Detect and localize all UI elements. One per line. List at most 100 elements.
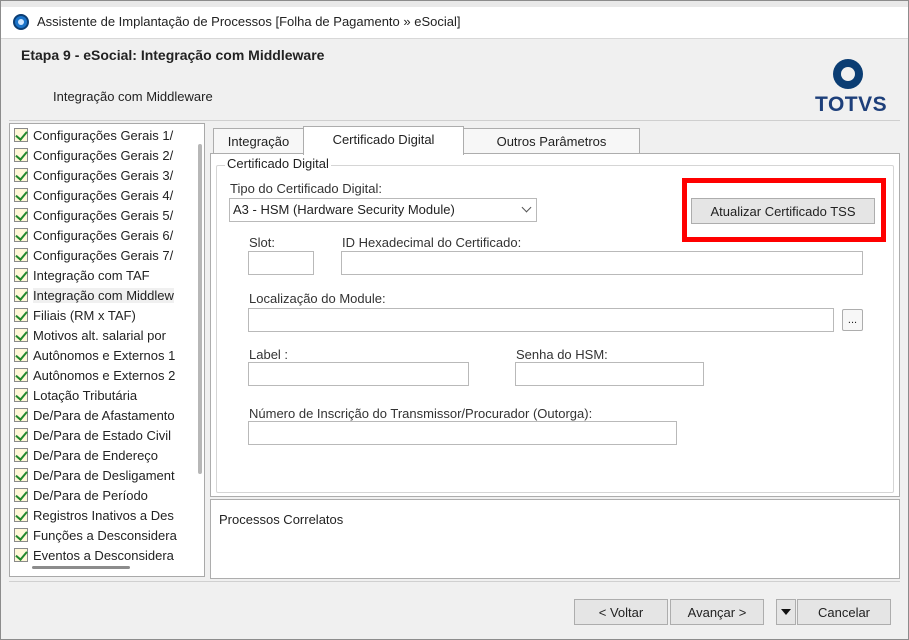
sidebar-item-label: Autônomos e Externos 2 (33, 368, 176, 383)
related-processes-panel: Processos Correlatos (210, 499, 900, 579)
checklist-icon (14, 428, 28, 442)
checklist-icon (14, 448, 28, 462)
sidebar-item-label: Autônomos e Externos 1 (33, 348, 176, 363)
sidebar-item[interactable]: Autônomos e Externos 2 (14, 366, 192, 386)
inscription-label: Número de Inscrição do Transmissor/Procu… (249, 406, 593, 421)
tab-label: Outros Parâmetros (496, 134, 607, 149)
step-subtitle: Integração com Middleware (53, 89, 213, 104)
sidebar-item[interactable]: Configurações Gerais 6/ (14, 226, 192, 246)
sidebar-item[interactable]: Eventos a Desconsidera (14, 546, 192, 566)
related-processes-label: Processos Correlatos (219, 512, 344, 527)
cert-type-select[interactable]: A3 - HSM (Hardware Security Module) (229, 198, 537, 222)
sidebar-item[interactable]: Configurações Gerais 5/ (14, 206, 192, 226)
steps-list-vertical-scrollbar[interactable] (198, 144, 202, 474)
back-button[interactable]: < Voltar (574, 599, 668, 625)
checklist-icon (14, 508, 28, 522)
browse-module-button[interactable]: ... (842, 309, 863, 331)
checklist-icon (14, 348, 28, 362)
sidebar-item[interactable]: Autônomos e Externos 1 (14, 346, 192, 366)
sidebar-item-label: De/Para de Estado Civil (33, 428, 172, 443)
sidebar-item-label: Configurações Gerais 6/ (33, 228, 174, 243)
sidebar-item[interactable]: Registros Inativos a Des (14, 506, 192, 526)
tab-outros-parametros[interactable]: Outros Parâmetros (463, 128, 640, 154)
sidebar-item[interactable]: Integração com TAF (14, 266, 192, 286)
sidebar-item-label: De/Para de Período (33, 488, 148, 503)
module-input[interactable] (248, 308, 834, 332)
checklist-icon (14, 468, 28, 482)
sidebar-item[interactable]: Configurações Gerais 4/ (14, 186, 192, 206)
hsm-password-label: Senha do HSM: (516, 347, 608, 362)
sidebar-item-label: Integração com Middlew (33, 288, 174, 303)
hsm-password-input[interactable] (515, 362, 704, 386)
steps-list[interactable]: Eventos a Desconsidera Funções a Desconsi… (9, 123, 205, 577)
sidebar-item[interactable]: Motivos alt. salarial por (14, 326, 192, 346)
sidebar-item[interactable]: De/Para de Afastamento (14, 406, 192, 426)
top-strip (1, 1, 908, 7)
hex-id-input[interactable] (341, 251, 863, 275)
sidebar-item[interactable]: Funções a Desconsidera (14, 526, 192, 546)
sidebar-item[interactable]: De/Para de Endereço (14, 446, 192, 466)
group-title: Certificado Digital (225, 156, 331, 171)
chevron-down-icon (521, 202, 532, 213)
next-button[interactable]: Avançar > (670, 599, 764, 625)
checklist-icon (14, 548, 28, 562)
sidebar-item-label: Configurações Gerais 5/ (33, 208, 174, 223)
sidebar-item-label: De/Para de Desligament (33, 468, 175, 483)
tab-certificado-digital[interactable]: Certificado Digital (303, 126, 464, 155)
checklist-icon (14, 208, 28, 222)
totvs-logo-icon (833, 59, 863, 89)
checklist-icon (14, 528, 28, 542)
sidebar-item-label: Filiais (RM x TAF) (33, 308, 136, 323)
sidebar-item[interactable]: Lotação Tributária (14, 386, 192, 406)
sidebar-item-label: Integração com TAF (33, 268, 150, 283)
tab-integracao[interactable]: Integração (213, 128, 304, 154)
sidebar-item-label: Configurações Gerais 2/ (33, 148, 174, 163)
checklist-icon (14, 128, 28, 142)
checklist-icon (14, 368, 28, 382)
step-title: Etapa 9 - eSocial: Integração com Middle… (21, 47, 325, 63)
tab-label: Integração (227, 134, 290, 149)
sidebar-item-label: Configurações Gerais 3/ (33, 168, 174, 183)
steps-list-horizontal-scrollbar[interactable] (32, 566, 130, 569)
checklist-icon (14, 268, 28, 282)
cancel-button[interactable]: Cancelar (797, 599, 891, 625)
sidebar-item[interactable]: Configurações Gerais 1/ (14, 126, 192, 146)
slot-input[interactable] (248, 251, 314, 275)
sidebar-item-label: Motivos alt. salarial por (33, 328, 166, 343)
sidebar-item[interactable]: Configurações Gerais 3/ (14, 166, 192, 186)
wizard-window: Assistente de Implantação de Processos [… (0, 0, 909, 640)
cert-type-value: A3 - HSM (Hardware Security Module) (233, 202, 455, 217)
tab-label: Certificado Digital (332, 132, 435, 147)
sidebar-item-label: Registros Inativos a Des (33, 508, 174, 523)
checklist-icon (14, 168, 28, 182)
checklist-icon (14, 488, 28, 502)
sidebar-item[interactable]: Integração com Middlew (14, 286, 192, 306)
sidebar-item[interactable]: Configurações Gerais 7/ (14, 246, 192, 266)
hex-id-label: ID Hexadecimal do Certificado: (342, 235, 522, 250)
checklist-icon (14, 388, 28, 402)
certificado-digital-panel: Certificado Digital Tipo do Certificado … (210, 153, 900, 497)
sidebar-item-label: Configurações Gerais 1/ (33, 128, 174, 143)
sidebar-item[interactable]: De/Para de Estado Civil (14, 426, 192, 446)
more-options-button[interactable] (776, 599, 796, 625)
sidebar-item[interactable]: De/Para de Período (14, 486, 192, 506)
checklist-icon (14, 408, 28, 422)
title-bar: Assistente de Implantação de Processos [… (1, 1, 908, 39)
checklist-icon (14, 308, 28, 322)
sidebar-item[interactable]: Filiais (RM x TAF) (14, 306, 192, 326)
sidebar-item-label: De/Para de Afastamento (33, 408, 175, 423)
checklist-icon (14, 148, 28, 162)
sidebar-item[interactable]: De/Para de Desligament (14, 466, 192, 486)
inscription-input[interactable] (248, 421, 677, 445)
slot-label: Slot: (249, 235, 276, 250)
sidebar-item-label: Funções a Desconsidera (33, 528, 177, 543)
checklist-icon (14, 328, 28, 342)
app-icon (13, 14, 29, 30)
sidebar-item-label: Configurações Gerais 7/ (33, 248, 174, 263)
highlight-box (682, 178, 886, 242)
label-input[interactable] (248, 362, 469, 386)
sidebar-item-label: Configurações Gerais 4/ (33, 188, 174, 203)
sidebar-item[interactable]: Configurações Gerais 2/ (14, 146, 192, 166)
footer-divider (9, 581, 900, 582)
module-label: Localização do Module: (249, 291, 386, 306)
